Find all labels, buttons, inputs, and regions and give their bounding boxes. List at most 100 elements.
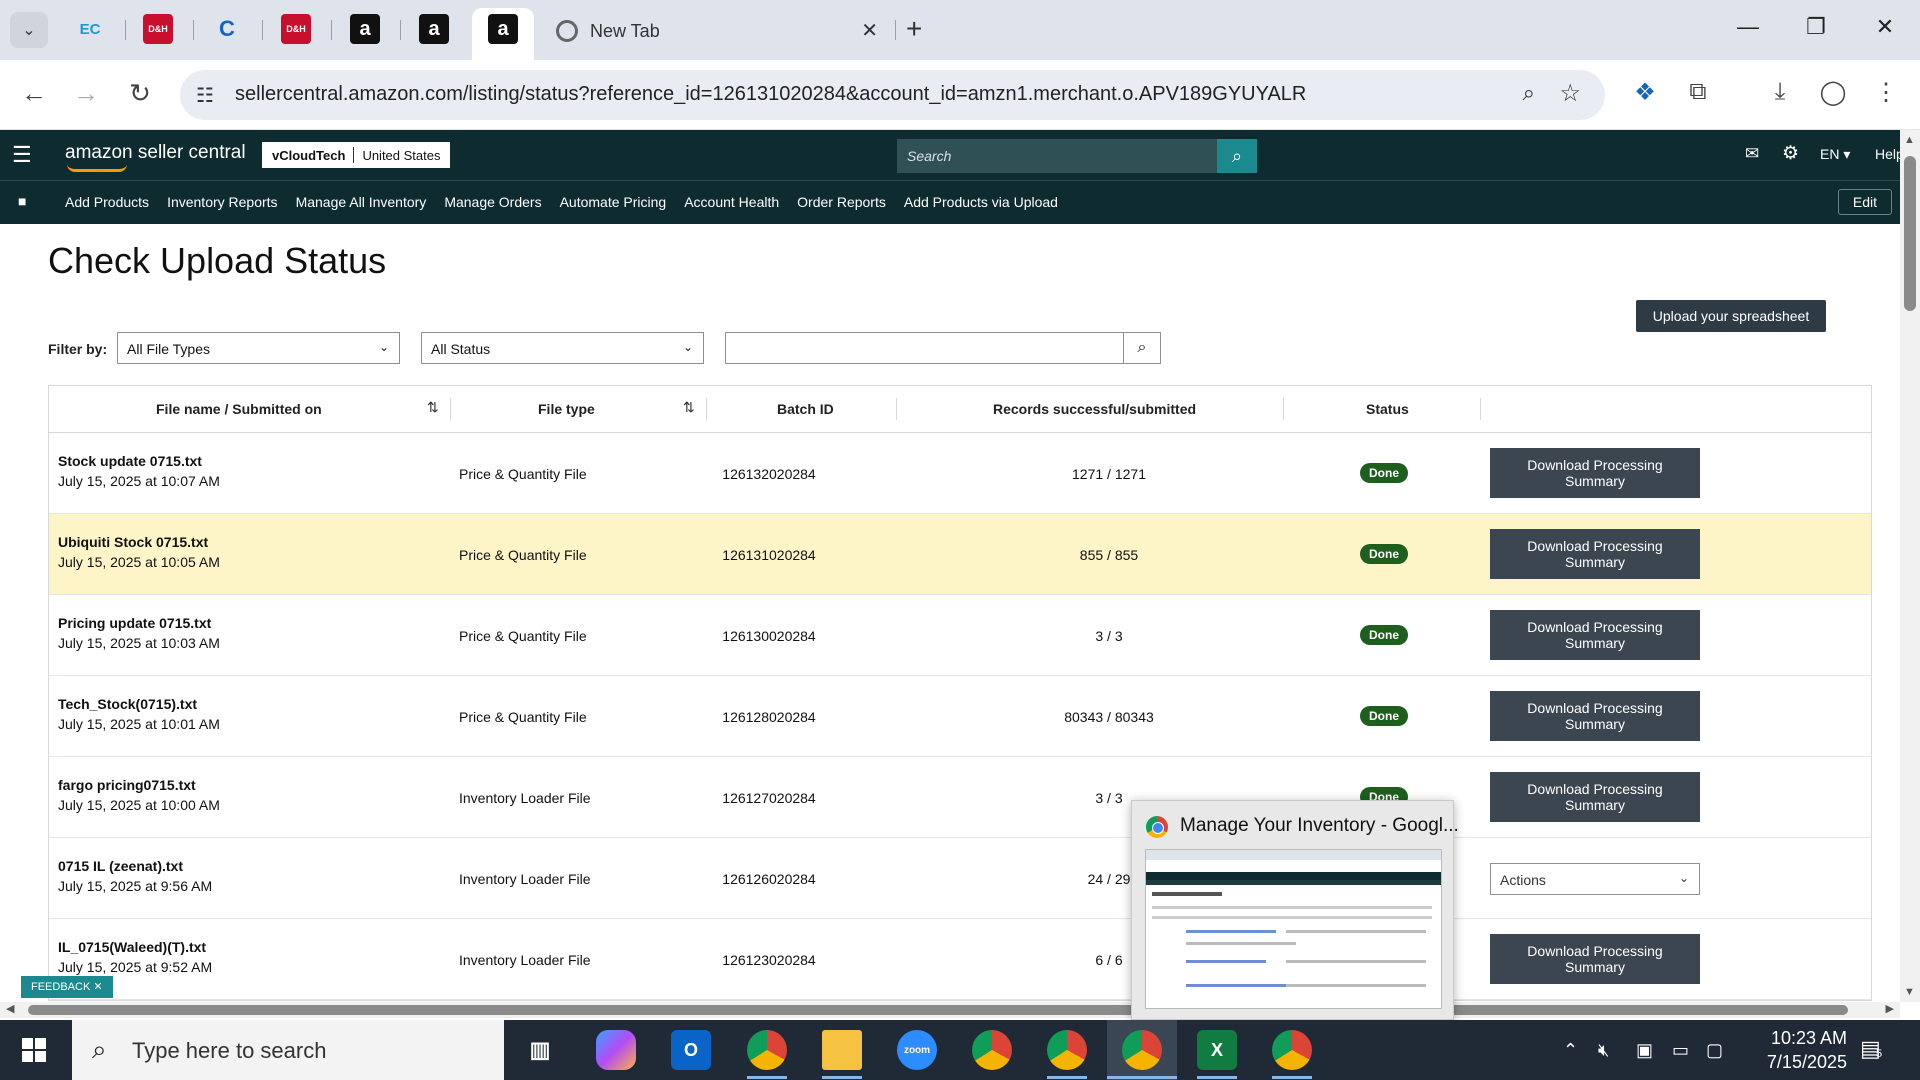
zoom-icon[interactable]: ⌕: [1523, 80, 1535, 106]
search-icon: ⌕: [92, 1034, 107, 1064]
tab-search-chevron-icon[interactable]: ⌄: [10, 12, 48, 48]
tray-overflow-chevron-icon[interactable]: ⌃: [1563, 1040, 1578, 1061]
pinned-tab-amazon[interactable]: a: [419, 14, 449, 44]
task-view-icon[interactable]: ▥: [520, 1030, 560, 1070]
chrome-profile-icon[interactable]: [1272, 1030, 1312, 1070]
pinned-tab-c[interactable]: C: [212, 14, 242, 44]
back-arrow-icon[interactable]: ←: [16, 78, 52, 109]
feedback-button[interactable]: FEEDBACK ✕: [21, 976, 113, 998]
hamburger-menu-icon[interactable]: ☰: [12, 142, 32, 168]
pinned-tab-dh[interactable]: D&H: [281, 14, 311, 44]
download-summary-button[interactable]: Download Processing Summary: [1490, 448, 1700, 498]
seller-search-box[interactable]: Search ⌕: [897, 139, 1257, 173]
nav-add-products-via-upload[interactable]: Add Products via Upload: [904, 194, 1058, 210]
filter-search-input[interactable]: [725, 332, 1125, 364]
network-icon[interactable]: ▢: [1706, 1040, 1723, 1061]
running-indicator: [1272, 1076, 1312, 1079]
mail-icon[interactable]: ✉: [1745, 144, 1759, 164]
upload-spreadsheet-button[interactable]: Upload your spreadsheet: [1636, 300, 1826, 332]
device-icon[interactable]: ▣: [1636, 1040, 1653, 1061]
taskbar-search-box[interactable]: ⌕ Type here to search: [72, 1020, 504, 1080]
new-tab-plus-icon[interactable]: +: [906, 14, 922, 44]
table-row: Stock update 0715.txt July 15, 2025 at 1…: [49, 433, 1871, 514]
vertical-scrollbar[interactable]: ▲ ▼: [1900, 130, 1920, 1002]
extensions-puzzle-icon[interactable]: ⧉: [1680, 78, 1716, 106]
nav-add-products[interactable]: Add Products: [65, 194, 149, 210]
notifications-icon[interactable]: ▤ 5: [1860, 1036, 1883, 1062]
vertical-scroll-thumb[interactable]: [1904, 156, 1916, 311]
download-summary-button[interactable]: Download Processing Summary: [1490, 772, 1700, 822]
search-icon[interactable]: ⌕: [1217, 139, 1257, 173]
help-link[interactable]: Help: [1875, 146, 1900, 162]
forward-arrow-icon[interactable]: →: [68, 78, 104, 109]
scroll-right-arrow-icon[interactable]: ▶: [1886, 1002, 1894, 1015]
notification-count: 5: [1876, 1048, 1883, 1060]
tab-new-tab[interactable]: New Tab ✕: [550, 14, 890, 48]
download-summary-button[interactable]: Download Processing Summary: [1490, 610, 1700, 660]
address-bar[interactable]: ☷ sellercentral.amazon.com/listing/statu…: [180, 70, 1605, 120]
edit-nav-button[interactable]: Edit: [1837, 189, 1892, 215]
download-icon[interactable]: ⤓: [1762, 78, 1798, 106]
logo-text: amazon seller central: [65, 142, 246, 163]
actions-dropdown[interactable]: Actions ⌄: [1490, 863, 1700, 895]
battery-icon[interactable]: ▭: [1672, 1040, 1689, 1061]
extension-icon[interactable]: ❖: [1627, 78, 1663, 107]
volume-muted-icon[interactable]: 🔇︎: [1598, 1040, 1609, 1061]
header-divider: [706, 398, 707, 420]
nav-links: Add Products Inventory Reports Manage Al…: [65, 194, 1058, 210]
download-summary-button[interactable]: Download Processing Summary: [1490, 934, 1700, 984]
seller-central-logo[interactable]: amazon seller central: [65, 142, 246, 172]
language-selector[interactable]: EN ▾: [1820, 146, 1850, 163]
address-bar-url[interactable]: sellercentral.amazon.com/listing/status?…: [235, 83, 1306, 106]
excel-icon[interactable]: X: [1197, 1030, 1237, 1070]
scroll-up-arrow-icon[interactable]: ▲: [1904, 134, 1915, 146]
preview-thumbnail[interactable]: [1145, 849, 1442, 1009]
scroll-left-arrow-icon[interactable]: ◀: [6, 1002, 14, 1015]
nav-manage-all-inventory[interactable]: Manage All Inventory: [296, 194, 427, 210]
site-info-icon[interactable]: ☷: [196, 83, 214, 108]
taskbar-clock[interactable]: 10:23 AM 7/15/2025: [1727, 1026, 1847, 1074]
pinned-tab-ec[interactable]: EC: [75, 14, 105, 44]
chrome-profile-icon[interactable]: [747, 1030, 787, 1070]
restore-icon[interactable]: ❐: [1796, 14, 1836, 40]
minimize-icon[interactable]: —: [1728, 14, 1768, 40]
pinned-tab-amazon-active[interactable]: a: [488, 14, 518, 44]
file-type-select[interactable]: All File Types ⌄: [117, 332, 400, 364]
reload-icon[interactable]: ↻: [122, 78, 158, 109]
file-explorer-icon[interactable]: [822, 1030, 862, 1070]
pinned-tab-label: C: [219, 16, 235, 41]
nav-inventory-reports[interactable]: Inventory Reports: [167, 194, 278, 210]
menu-kebab-icon[interactable]: ⋮: [1868, 78, 1904, 107]
sort-icon[interactable]: ⇅: [683, 399, 695, 416]
zoom-icon[interactable]: zoom: [897, 1030, 937, 1070]
sort-icon[interactable]: ⇅: [427, 399, 439, 416]
bookmark-icon[interactable]: ■: [18, 193, 26, 209]
scroll-down-arrow-icon[interactable]: ▼: [1904, 986, 1915, 998]
close-tab-icon[interactable]: ✕: [861, 18, 878, 43]
windows-start-icon[interactable]: [22, 1038, 46, 1062]
nav-manage-orders[interactable]: Manage Orders: [444, 194, 541, 210]
profile-icon[interactable]: ◯: [1815, 78, 1851, 107]
chrome-profile-icon[interactable]: [1122, 1030, 1162, 1070]
chrome-profile-icon[interactable]: [1047, 1030, 1087, 1070]
bookmark-star-icon[interactable]: ☆: [1559, 79, 1581, 108]
pinned-tab-amazon[interactable]: a: [350, 14, 380, 44]
close-window-icon[interactable]: ✕: [1865, 14, 1905, 40]
horizontal-scrollbar[interactable]: ◀ ▶: [0, 1002, 1900, 1018]
nav-account-health[interactable]: Account Health: [684, 194, 779, 210]
nav-order-reports[interactable]: Order Reports: [797, 194, 886, 210]
account-switcher[interactable]: vCloudTech United States: [262, 142, 451, 168]
horizontal-scroll-thumb[interactable]: [28, 1005, 1848, 1015]
outlook-icon[interactable]: O: [671, 1030, 711, 1070]
download-summary-button[interactable]: Download Processing Summary: [1490, 691, 1700, 741]
download-summary-button[interactable]: Download Processing Summary: [1490, 529, 1700, 579]
filter-search-icon[interactable]: ⌕: [1123, 332, 1161, 364]
copilot-icon[interactable]: [596, 1030, 636, 1070]
pinned-tab-dh[interactable]: D&H: [143, 14, 173, 44]
status-select[interactable]: All Status ⌄: [421, 332, 704, 364]
chrome-icon[interactable]: [972, 1030, 1012, 1070]
settings-gear-icon[interactable]: ⚙: [1782, 142, 1799, 165]
nav-automate-pricing[interactable]: Automate Pricing: [560, 194, 667, 210]
taskbar-window-preview[interactable]: Manage Your Inventory - Googl...: [1131, 800, 1459, 1020]
records-count: 80343 / 80343: [1064, 709, 1154, 725]
